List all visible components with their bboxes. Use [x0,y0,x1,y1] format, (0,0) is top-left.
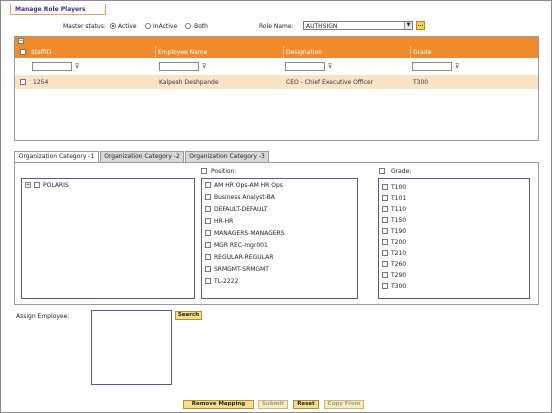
filter-icon[interactable]: ⊽ [202,63,206,70]
radio-active-label: Active [118,23,137,30]
tab-org-category-2[interactable]: Organization Category -2 [100,151,184,162]
remove-mapping-button[interactable]: Remove Mapping [183,400,254,409]
role-name-select[interactable]: AUTHSIGN ▼ [303,21,413,30]
position-list: AM HR Ops-AM HR Ops Business Analyst-BA … [201,178,358,299]
grid-filter-row: ⊽ ⊽ ⊽ ⊽ [15,58,538,75]
list-item[interactable]: REGULAR-REGULAR [214,254,273,261]
org-tree-box: + POLARIS [21,178,195,299]
org-tree-item[interactable]: POLARIS [43,182,69,189]
position-label: Position: [211,168,237,175]
grade-filter-input[interactable] [412,62,452,71]
cell-grade: T300 [413,79,429,86]
list-item[interactable]: T101 [391,195,406,202]
column-staffid[interactable]: StaffID [31,49,51,56]
radio-inactive-label: InActive [153,23,178,30]
grade-all-checkbox[interactable] [379,168,385,174]
grade-list: T100 T101 T110 T150 T190 T200 T210 T260 … [378,178,530,299]
role-name-label: Role Name: [259,23,294,30]
submit-button[interactable]: Submit [258,400,288,409]
radio-both-label: Both [194,23,208,30]
list-item[interactable]: MANAGERS-MANAGERS [214,230,285,237]
list-item[interactable]: MGR REC-mgr001 [214,242,268,249]
expand-icon[interactable]: + [25,182,31,188]
cell-staffid: 1254 [33,79,49,86]
chevron-down-icon[interactable]: ▼ [404,22,412,29]
cell-designation: CEO - Chief Executive Officer [286,79,374,86]
position-all-checkbox[interactable] [201,168,207,174]
role-name-value: AUTHSIGN [306,23,338,30]
column-grade[interactable]: Grade [413,49,431,56]
search-button[interactable]: Search [175,311,202,320]
assign-employee-list[interactable] [91,310,172,385]
table-row[interactable]: 1254 Kalpesh Deshpande CEO - Chief Execu… [15,75,538,89]
list-item[interactable]: T110 [391,206,406,213]
list-item[interactable]: HR-HR [214,218,233,225]
copy-from-button[interactable]: Copy From [324,400,364,409]
list-item[interactable]: T290 [391,272,406,279]
list-item[interactable]: TL-2222 [214,278,238,285]
list-item[interactable]: T210 [391,250,406,257]
list-item[interactable]: T260 [391,261,406,268]
designation-filter-input[interactable] [285,62,325,71]
column-designation[interactable]: Designation [286,49,322,56]
assign-employee-label: Assign Employee: [16,313,70,320]
radio-both[interactable] [185,23,191,29]
org-tree-checkbox[interactable] [34,182,40,188]
page-title: Manage Role Players [15,6,86,13]
radio-active[interactable] [110,23,116,29]
list-item[interactable]: T190 [391,228,406,235]
list-item[interactable]: T100 [391,184,406,191]
tab-org-category-3[interactable]: Organization Category -3 [185,151,269,162]
cell-employee-name: Kalpesh Deshpande [159,79,219,86]
filter-icon[interactable]: ⊽ [328,63,332,70]
grid-header: StaffID Employee Name Designation Grade [15,46,538,58]
list-item[interactable]: DEFAULT-DEFAULT [214,206,268,213]
filter-icon[interactable]: ⊽ [75,63,79,70]
select-all-checkbox[interactable] [20,49,26,55]
list-item[interactable]: T300 [391,283,406,290]
grade-label: Grade: [391,168,412,175]
radio-inactive[interactable] [145,23,151,29]
collapse-icon[interactable]: − [18,38,24,44]
master-status-label: Master status: [63,23,106,30]
grid-toolbar: − [15,37,538,46]
staffid-filter-input[interactable] [32,62,72,71]
list-item[interactable]: T150 [391,217,406,224]
role-lookup-button[interactable]: ... [416,21,425,30]
list-item[interactable]: AM HR Ops-AM HR Ops [214,182,283,189]
row-checkbox[interactable] [20,79,26,85]
role-players-grid: − StaffID Employee Name Designation Grad… [14,36,539,141]
filter-icon[interactable]: ⊽ [455,63,459,70]
list-item[interactable]: T200 [391,239,406,246]
reset-button[interactable]: Reset [293,400,319,409]
page-title-box: Manage Role Players [10,4,106,15]
list-item[interactable]: SRMGMT-SRMGMT [214,266,269,273]
org-category-panel: + POLARIS Position: AM HR Ops-AM HR Ops … [14,162,539,305]
column-employee-name[interactable]: Employee Name [158,49,207,56]
employee-name-filter-input[interactable] [159,62,199,71]
list-item[interactable]: Business Analyst-BA [214,194,275,201]
